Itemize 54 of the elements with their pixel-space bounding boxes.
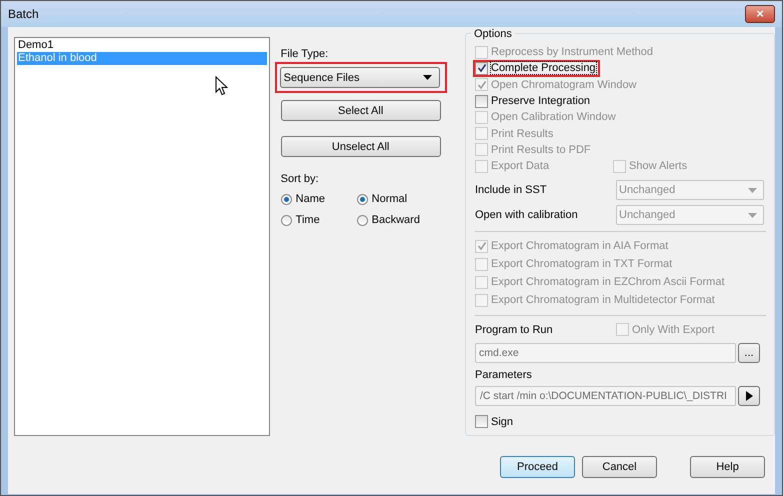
radio-option[interactable]: Normal <box>356 193 437 205</box>
dialog-button[interactable]: Cancel <box>582 456 657 478</box>
radio-button[interactable] <box>280 194 292 204</box>
sort-by-label: Sort by: <box>280 173 320 185</box>
checkbox-label: Export Chromatogram in EZChrom Ascii Format <box>491 276 725 288</box>
radio-label: Time <box>296 214 320 226</box>
checkbox-label: Open Chromatogram Window <box>491 78 637 91</box>
file-type-label: File Type: <box>280 48 330 60</box>
radio-button[interactable] <box>280 214 292 226</box>
browse-button[interactable]: ... <box>738 342 760 363</box>
radio-label: Name <box>296 193 325 205</box>
unselect-all-button[interactable]: Unselect All <box>280 136 441 157</box>
checkbox-label: Sign <box>491 416 514 428</box>
checkbox-label: Preserve Integration <box>491 95 590 108</box>
radio-option[interactable]: Name <box>280 193 357 205</box>
checkbox-label: Complete Processing <box>491 62 596 74</box>
radio-option[interactable]: Backward <box>356 214 437 226</box>
radio-label: Normal <box>372 193 408 205</box>
select-all-button[interactable]: Select All <box>280 100 441 121</box>
checkbox-label: Print Results <box>491 128 554 140</box>
checkbox-label: Print Results to PDF <box>491 144 591 156</box>
play-icon <box>746 390 752 401</box>
select-label: Include in SST <box>475 184 548 196</box>
checkbox-label: Reprocess by Instrument Method <box>491 46 654 58</box>
program-field[interactable]: cmd.exe <box>475 342 736 363</box>
group-title: Options <box>471 28 515 40</box>
checkbox-label: Open Calibration Window <box>491 111 616 124</box>
caret-icon <box>748 212 757 218</box>
checkbox-label: Export Chromatogram in AIA Format <box>491 240 668 252</box>
caret-icon <box>748 188 757 193</box>
checkbox[interactable] <box>475 415 488 428</box>
select-label: Open with calibration <box>475 209 579 222</box>
checkbox-label: Export Chromatogram in Multidetector Format <box>491 294 715 306</box>
radio-option[interactable]: Time <box>280 214 357 226</box>
mouse-cursor-icon <box>215 76 229 96</box>
parameters-label: Parameters <box>475 368 533 381</box>
file-type-dropdown[interactable]: Sequence Files <box>280 67 440 88</box>
radio-button[interactable] <box>356 194 368 204</box>
checkbox-label: Export Chromatogram in TXT Format <box>491 258 672 270</box>
caret-icon <box>422 75 432 80</box>
list-item[interactable]: Demo1 <box>17 39 267 52</box>
radio-label: Backward <box>372 214 420 226</box>
checkbox-label: Export Data <box>491 160 550 172</box>
parameters-field[interactable]: /C start /min o:\DOCUMENTATION-PUBLIC\_DISTRI <box>475 386 736 406</box>
program-label: Program to Run <box>475 324 554 336</box>
dialog-button[interactable]: Proceed <box>500 456 575 478</box>
checkbox-label: Only With Export <box>632 324 715 336</box>
checkbox[interactable] <box>475 94 488 108</box>
play-button[interactable] <box>738 386 760 406</box>
checkbox-label: Show Alerts <box>629 160 688 172</box>
dialog-button[interactable]: Help <box>690 456 765 478</box>
checkbox[interactable] <box>475 62 488 75</box>
radio-button[interactable] <box>356 214 368 226</box>
window-title: Batch <box>8 7 39 21</box>
